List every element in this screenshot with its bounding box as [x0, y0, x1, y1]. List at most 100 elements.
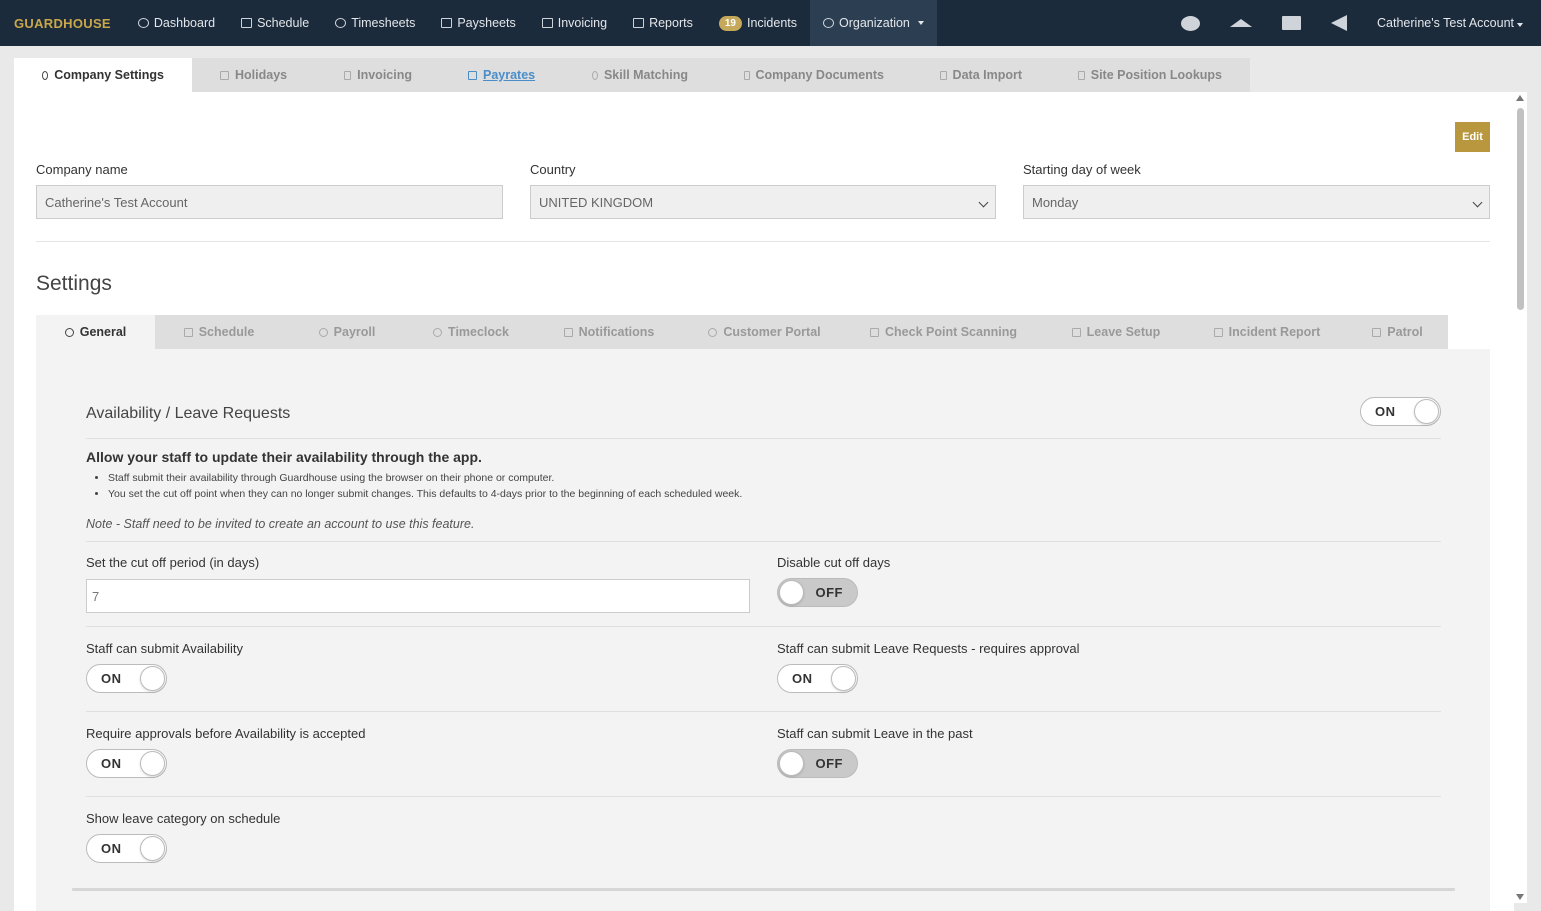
edit-button[interactable]: Edit [1455, 122, 1490, 152]
clock-icon [335, 18, 347, 28]
toggle-label: ON [101, 841, 122, 856]
copy-icon [940, 70, 947, 80]
cutoff-value: 7 [92, 588, 100, 604]
require-approvals-toggle[interactable]: ON [86, 749, 167, 778]
leave-past-toggle[interactable]: OFF [777, 749, 858, 778]
account-label: Catherine's Test Account [1377, 16, 1514, 30]
page-scrollbar[interactable] [1514, 92, 1527, 903]
file-icon [1071, 327, 1081, 337]
nav-right-group: Catherine's Test Account [1181, 0, 1523, 46]
nav-schedule[interactable]: Schedule [228, 0, 322, 46]
scroll-down-icon[interactable] [1516, 894, 1524, 900]
tab-customer-portal[interactable]: Customer Portal [687, 315, 842, 349]
tab-incident-report[interactable]: Incident Report [1187, 315, 1347, 349]
nav-invoicing[interactable]: Invoicing [529, 0, 620, 46]
nav-timesheets[interactable]: Timesheets [322, 0, 428, 46]
megaphone-icon[interactable] [1331, 15, 1348, 31]
tab-label: Leave Setup [1086, 325, 1161, 339]
toggle-knob [779, 751, 804, 776]
tab-leave-setup[interactable]: Leave Setup [1045, 315, 1187, 349]
scroll-up-icon[interactable] [1516, 95, 1524, 101]
start-day-select[interactable]: Monday [1023, 185, 1490, 219]
invoice-icon [541, 18, 553, 28]
settings-tabs: General Schedule Payroll Timeclock Notif… [36, 315, 1448, 349]
tab-invoicing[interactable]: Invoicing [316, 58, 440, 92]
company-name-value: Catherine's Test Account [45, 194, 188, 210]
account-menu[interactable]: Catherine's Test Account [1377, 16, 1523, 30]
tab-skill-matching[interactable]: Skill Matching [564, 58, 716, 92]
tab-schedule[interactable]: Schedule [155, 315, 283, 349]
tab-label: Company Settings [54, 68, 164, 82]
nav-dashboard[interactable]: Dashboard [125, 0, 228, 46]
tab-label: Incident Report [1228, 325, 1321, 339]
chevron-down-icon [978, 197, 989, 208]
nav-paysheets[interactable]: Paysheets [428, 0, 528, 46]
tab-check-point-scanning[interactable]: Check Point Scanning [842, 315, 1045, 349]
divider [86, 711, 1441, 712]
country-select[interactable]: UNITED KINGDOM [530, 185, 996, 219]
submit-availability-label: Staff can submit Availability [86, 641, 244, 656]
tab-label: Site Position Lookups [1090, 68, 1222, 82]
tab-data-import[interactable]: Data Import [912, 58, 1050, 92]
submit-leave-toggle[interactable]: ON [777, 664, 858, 693]
tab-label: Patrol [1387, 325, 1423, 339]
submit-availability-toggle[interactable]: ON [86, 664, 167, 693]
brand-logo[interactable]: GUARDHOUSE [14, 16, 111, 31]
disable-cutoff-toggle[interactable]: OFF [777, 578, 858, 607]
user-icon [318, 327, 328, 337]
nav-reports[interactable]: Reports [620, 0, 706, 46]
toggle-label: OFF [815, 585, 843, 600]
scroll-thumb[interactable] [1517, 108, 1524, 310]
tab-company-documents[interactable]: Company Documents [716, 58, 912, 92]
tab-patrol[interactable]: Patrol [1347, 315, 1448, 349]
graduation-cap-icon[interactable] [1230, 19, 1253, 27]
divider [86, 541, 1441, 542]
tab-label: Payroll [333, 325, 376, 339]
company-name-input[interactable]: Catherine's Test Account [36, 185, 503, 219]
country-value: UNITED KINGDOM [539, 194, 654, 210]
toggle-label: OFF [815, 756, 843, 771]
availability-toggle[interactable]: ON [1360, 397, 1441, 426]
disable-cutoff-label: Disable cut off days [777, 555, 891, 570]
tab-site-position-lookups[interactable]: Site Position Lookups [1050, 58, 1250, 92]
tab-company-settings[interactable]: Company Settings [14, 58, 192, 92]
require-approvals-label: Require approvals before Availability is… [86, 726, 366, 741]
tab-payroll[interactable]: Payroll [283, 315, 411, 349]
company-settings-panel: Edit Company name Catherine's Test Accou… [14, 92, 1514, 911]
users-icon [823, 18, 834, 28]
toggle-label: ON [1375, 404, 1396, 419]
mail-icon[interactable] [1282, 16, 1302, 30]
nav-label: Schedule [257, 16, 310, 30]
tab-timeclock[interactable]: Timeclock [411, 315, 531, 349]
nav-label: Reports [649, 16, 693, 30]
divider [86, 626, 1441, 627]
tab-label: Data Import [952, 68, 1022, 82]
general-settings-panel: Availability / Leave Requests ON Allow y… [36, 349, 1490, 911]
toggle-knob [831, 666, 856, 691]
tab-holidays[interactable]: Holidays [192, 58, 316, 92]
tab-general[interactable]: General [36, 315, 155, 349]
nav-incidents[interactable]: 19 Incidents [706, 0, 810, 46]
tab-payrates[interactable]: Payrates [440, 58, 564, 92]
toggle-label: ON [792, 671, 813, 686]
panel-bottom-edge [72, 888, 1455, 891]
star-icon [220, 70, 229, 80]
calendar-icon [241, 18, 253, 28]
cutoff-days-input[interactable]: 7 [86, 579, 750, 613]
leave-past-label: Staff can submit Leave in the past [777, 726, 973, 741]
nav-organization[interactable]: Organization [810, 0, 937, 46]
money-icon [441, 18, 453, 28]
tab-notifications[interactable]: Notifications [531, 315, 687, 349]
section-title: Availability / Leave Requests [86, 405, 291, 422]
nav-label: Incidents [746, 16, 797, 30]
submit-leave-label: Staff can submit Leave Requests - requir… [777, 641, 1080, 656]
divider [86, 438, 1441, 439]
table-icon [633, 18, 645, 28]
nav-label: Invoicing [557, 16, 608, 30]
tab-label: Company Documents [755, 68, 885, 82]
copy-icon [744, 70, 750, 80]
show-category-toggle[interactable]: ON [86, 834, 167, 863]
nav-label: Dashboard [153, 16, 216, 30]
gear-icon [64, 327, 74, 337]
chat-icon[interactable] [1181, 15, 1201, 31]
